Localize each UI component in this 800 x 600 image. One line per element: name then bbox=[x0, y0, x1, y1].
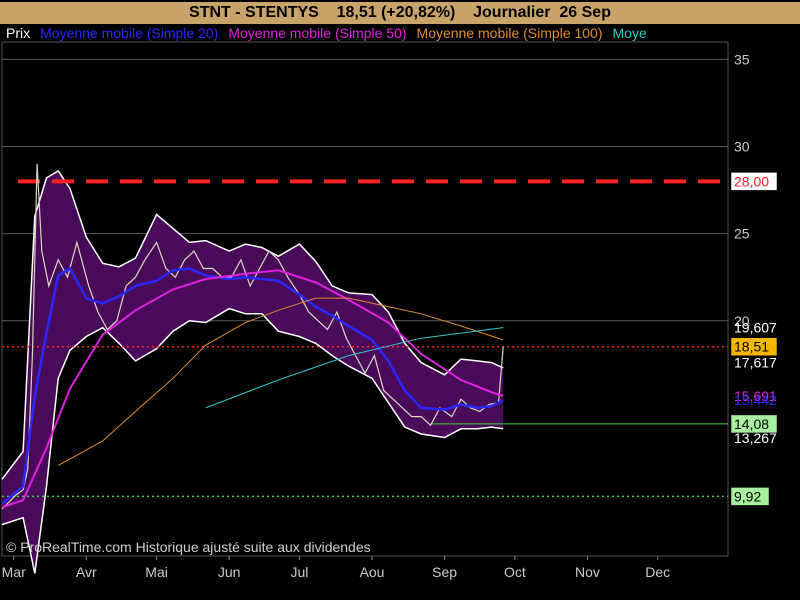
x-tick-label: Sep bbox=[432, 564, 457, 580]
x-tick-label: Nov bbox=[575, 564, 600, 580]
legend-ma100: Moyenne mobile (Simple 100) bbox=[416, 25, 603, 41]
legend-ma200: Moye bbox=[612, 25, 647, 41]
reference-line-label: 28,00 bbox=[734, 173, 769, 189]
reference-line-label: 9,92 bbox=[734, 488, 761, 504]
chart-legend: Prix Moyenne mobile (Simple 20) Moyenne mo… bbox=[6, 24, 728, 42]
watermark: © ProRealTime.com Historique ajusté suit… bbox=[6, 539, 371, 555]
bollinger-band-fill bbox=[2, 170, 504, 574]
x-tick-label: Jun bbox=[218, 564, 241, 580]
x-tick-label: Mai bbox=[145, 564, 168, 580]
legend-price: Prix bbox=[6, 25, 31, 41]
legend-ma50: Moyenne mobile (Simple 50) bbox=[228, 25, 407, 41]
axis-value-label: 15,442 bbox=[734, 392, 777, 408]
y-tick-label: 30 bbox=[734, 139, 750, 155]
axis-value-label: 17,617 bbox=[734, 354, 777, 370]
reference-line-label: 14,08 bbox=[734, 416, 769, 432]
bollinger-lower-band bbox=[1, 307, 504, 574]
x-tick-label: Dec bbox=[645, 564, 670, 580]
reference-line-label: 18,51 bbox=[734, 339, 769, 355]
x-tick-label: Aou bbox=[360, 564, 385, 580]
x-tick-label: Avr bbox=[76, 564, 97, 580]
x-tick-label: Jul bbox=[290, 564, 308, 580]
price-chart: 35302520Mar Avr Mai Jun Jul Aou Sep Oct Nov Dec19… bbox=[1, 41, 778, 580]
y-tick-label: 35 bbox=[734, 51, 750, 67]
x-tick-label: Mar bbox=[2, 564, 26, 580]
x-tick-label: Oct bbox=[504, 564, 526, 580]
y-tick-label: 25 bbox=[734, 226, 750, 242]
axis-value-label: 19,607 bbox=[734, 320, 777, 336]
legend-ma20: Moyenne mobile (Simple 20) bbox=[40, 25, 219, 41]
